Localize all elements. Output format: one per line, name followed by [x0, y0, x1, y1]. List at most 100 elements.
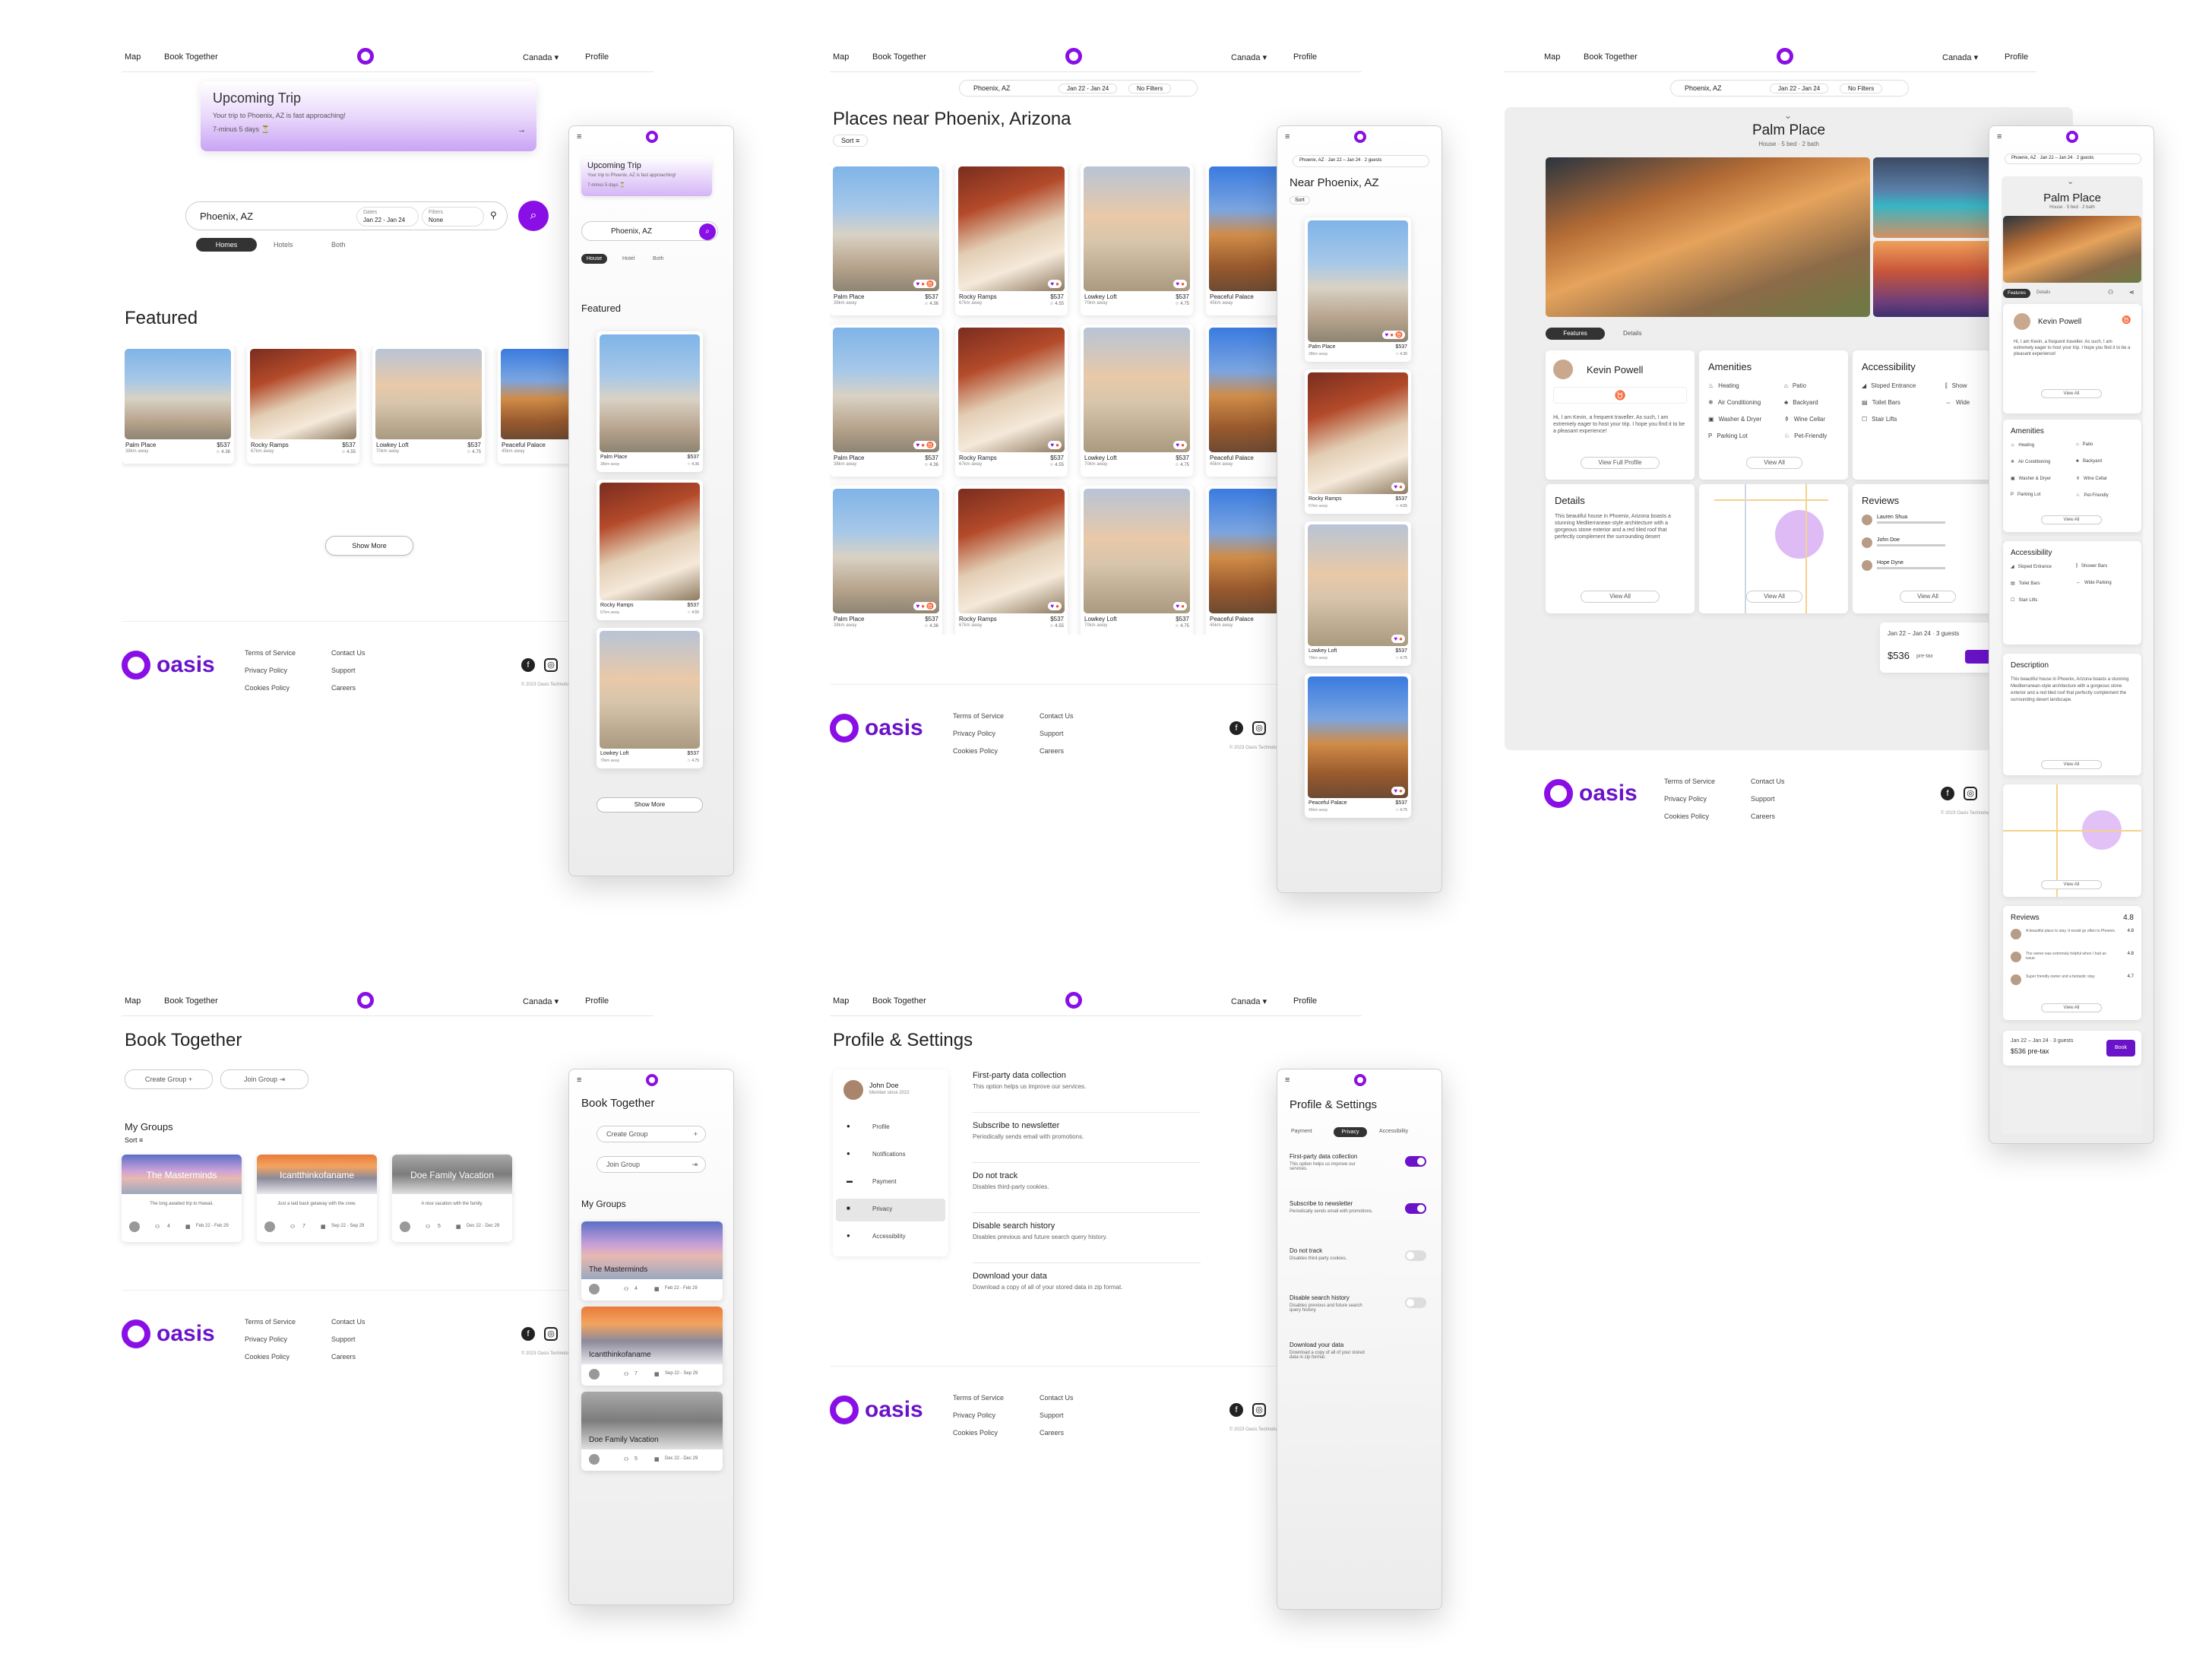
collapse-icon[interactable]: ⌄: [2067, 176, 2074, 186]
instagram-icon[interactable]: ◎: [1964, 787, 1977, 800]
listing-card[interactable]: ♥ ● Rocky Ramps $537 67km away ☆ 4.55: [1305, 369, 1411, 514]
map-card[interactable]: View All: [2003, 784, 2141, 897]
tab-accessibility[interactable]: Accessibility: [1379, 1129, 1408, 1134]
group-photo[interactable]: Icantthinkofaname: [581, 1307, 723, 1364]
instagram-icon[interactable]: ◎: [544, 1327, 558, 1341]
view-profile-button[interactable]: View Full Profile: [1581, 457, 1660, 469]
avatar[interactable]: [2011, 929, 2021, 939]
tab-details[interactable]: Details: [1623, 330, 1641, 337]
avatar[interactable]: [1553, 360, 1573, 379]
cookies-link[interactable]: Cookies Policy: [245, 1348, 296, 1366]
listing-card[interactable]: ♥●Peaceful Palace$53745km away☆ 4.75: [1206, 325, 1286, 477]
upcoming-trip-card[interactable]: Upcoming Trip Your trip to Phoenix, AZ i…: [581, 157, 712, 196]
search-input[interactable]: Phoenix, AZ: [611, 227, 652, 236]
listing-photo[interactable]: ♥●: [1084, 489, 1190, 613]
tab-hotels[interactable]: Hotels: [274, 241, 293, 249]
favorite-icons[interactable]: ♥ ●: [1391, 483, 1405, 491]
menu-item-profile[interactable]: ● Profile: [836, 1117, 945, 1139]
tab-payment[interactable]: Payment: [1291, 1129, 1312, 1134]
footer-logo[interactable]: oasis: [122, 1319, 215, 1348]
listing-card[interactable]: ♥ ● Lowkey Loft $537 70km away ☆ 4.75: [1081, 486, 1193, 635]
cookies-link[interactable]: Cookies Policy: [953, 1424, 1004, 1442]
instagram-icon[interactable]: ◎: [544, 658, 558, 672]
collapse-icon[interactable]: ⌄: [1784, 110, 1792, 121]
privacy-link[interactable]: Privacy Policy: [245, 662, 296, 680]
support-link[interactable]: Support: [1040, 725, 1074, 743]
heart-icon[interactable]: ♥: [1050, 280, 1054, 287]
heart-icon[interactable]: ♥: [916, 603, 919, 610]
footer-logo[interactable]: oasis: [830, 1395, 923, 1424]
group-card[interactable]: Icantthinkofaname ⚇ 7 ▦ Sep 22 - Sep 29: [581, 1307, 723, 1386]
share-icon[interactable]: ⋖: [2129, 289, 2134, 296]
listing-card[interactable]: Rocky Ramps $537 67km away ☆ 4.55: [597, 480, 703, 620]
oasis-logo-icon[interactable]: [646, 131, 658, 143]
favorite-icons[interactable]: ♥ ●: [1173, 441, 1187, 449]
group-card[interactable]: Icantthinkofaname Just a laid back getawa…: [257, 1155, 377, 1242]
view-all-button[interactable]: View All: [2041, 760, 2102, 769]
favorite-icons[interactable]: ♥ ● ♉: [1382, 331, 1405, 339]
create-group-button[interactable]: Create Group +: [125, 1069, 213, 1089]
heart-icon[interactable]: ♥: [1176, 442, 1179, 448]
avatar[interactable]: [2011, 952, 2021, 962]
nav-book-together[interactable]: Book Together: [872, 52, 926, 62]
arrow-right-icon[interactable]: →: [517, 125, 526, 135]
privacy-link[interactable]: Privacy Policy: [245, 1331, 296, 1348]
tab-details[interactable]: Details: [2036, 290, 2050, 295]
heart-icon[interactable]: ♥: [1176, 603, 1179, 610]
tab-privacy[interactable]: Privacy: [1334, 1127, 1367, 1137]
privacy-link[interactable]: Privacy Policy: [1664, 790, 1715, 808]
search-button[interactable]: ⌕: [518, 201, 549, 231]
favorite-icons[interactable]: ♥ ● ♉: [913, 441, 936, 449]
careers-link[interactable]: Careers: [1040, 743, 1074, 760]
avatar[interactable]: [843, 1080, 863, 1100]
filters-value[interactable]: No Filters: [1840, 84, 1883, 93]
instagram-icon[interactable]: ◎: [1252, 721, 1266, 735]
search-bar[interactable]: Phoenix, AZ ⌕: [581, 221, 718, 241]
menu-icon[interactable]: ≡: [577, 1076, 581, 1085]
listing-photo[interactable]: [600, 334, 700, 452]
cookies-link[interactable]: Cookies Policy: [1664, 808, 1715, 825]
contact-link[interactable]: Contact Us: [1040, 708, 1074, 725]
listing-card[interactable]: ♥ ● Lowkey Loft $537 70km away ☆ 4.75: [1305, 521, 1411, 666]
listing-photo[interactable]: ♥ ● ♉: [833, 489, 939, 613]
avatar[interactable]: [1862, 515, 1872, 525]
contact-link[interactable]: Contact Us: [331, 645, 366, 662]
dates-value[interactable]: Jan 22 - Jan 24: [1059, 84, 1118, 93]
menu-item-notifications[interactable]: ● Notifications: [836, 1144, 945, 1167]
join-group-button[interactable]: Join Group ⇥: [597, 1156, 706, 1173]
listing-photo[interactable]: [501, 349, 570, 439]
view-all-button[interactable]: View All: [1746, 591, 1802, 603]
nav-map[interactable]: Map: [125, 996, 141, 1006]
cookies-link[interactable]: Cookies Policy: [953, 743, 1004, 760]
search-bar[interactable]: Phoenix, AZ Dates Jan 22 - Jan 24 Filter…: [185, 201, 508, 230]
heart-icon[interactable]: ♥: [1050, 603, 1054, 610]
favorite-icons[interactable]: ♥ ●: [1173, 602, 1187, 610]
listing-photo[interactable]: [600, 631, 700, 749]
tab-house[interactable]: House: [581, 254, 607, 264]
view-all-button[interactable]: View All: [2041, 1003, 2102, 1012]
cookies-link[interactable]: Cookies Policy: [245, 680, 296, 697]
favorite-icons[interactable]: ♥ ●: [1048, 441, 1062, 449]
nav-map[interactable]: Map: [1544, 52, 1560, 62]
group-card[interactable]: Doe Family Vacation A nice vacation with …: [392, 1155, 512, 1242]
oasis-logo-icon[interactable]: [1065, 992, 1082, 1009]
location-value[interactable]: Phoenix, AZ: [1685, 84, 1722, 92]
group-card[interactable]: Doe Family Vacation ⚇ 5 ▦ Dec 22 - Dec 29: [581, 1392, 723, 1471]
heart-icon[interactable]: ♥: [1394, 787, 1397, 794]
search-summary[interactable]: Phoenix, AZ · Jan 22 – Jan 24 · 2 guests: [2005, 154, 2141, 164]
oasis-logo-icon[interactable]: [1777, 48, 1793, 65]
oasis-logo-icon[interactable]: [1065, 48, 1082, 65]
nav-map[interactable]: Map: [833, 52, 849, 62]
listing-photo[interactable]: ♥●: [1209, 328, 1286, 452]
nav-map[interactable]: Map: [833, 996, 849, 1006]
listing-photo[interactable]: ♥●: [958, 166, 1065, 291]
main-photo[interactable]: [1546, 157, 1870, 317]
terms-link[interactable]: Terms of Service: [1664, 773, 1715, 790]
facebook-icon[interactable]: f: [1229, 1403, 1243, 1417]
listing-card[interactable]: ♥ ● ♉ Palm Place $537 38km away ☆ 4.36: [1305, 217, 1411, 362]
tab-features[interactable]: Features: [2003, 289, 2030, 298]
nav-profile[interactable]: Profile: [1293, 996, 1317, 1006]
heart-icon[interactable]: ♥: [1394, 635, 1397, 642]
menu-item-privacy[interactable]: ■ Privacy: [836, 1199, 945, 1221]
favorite-icons[interactable]: ♥ ●: [1173, 280, 1187, 288]
